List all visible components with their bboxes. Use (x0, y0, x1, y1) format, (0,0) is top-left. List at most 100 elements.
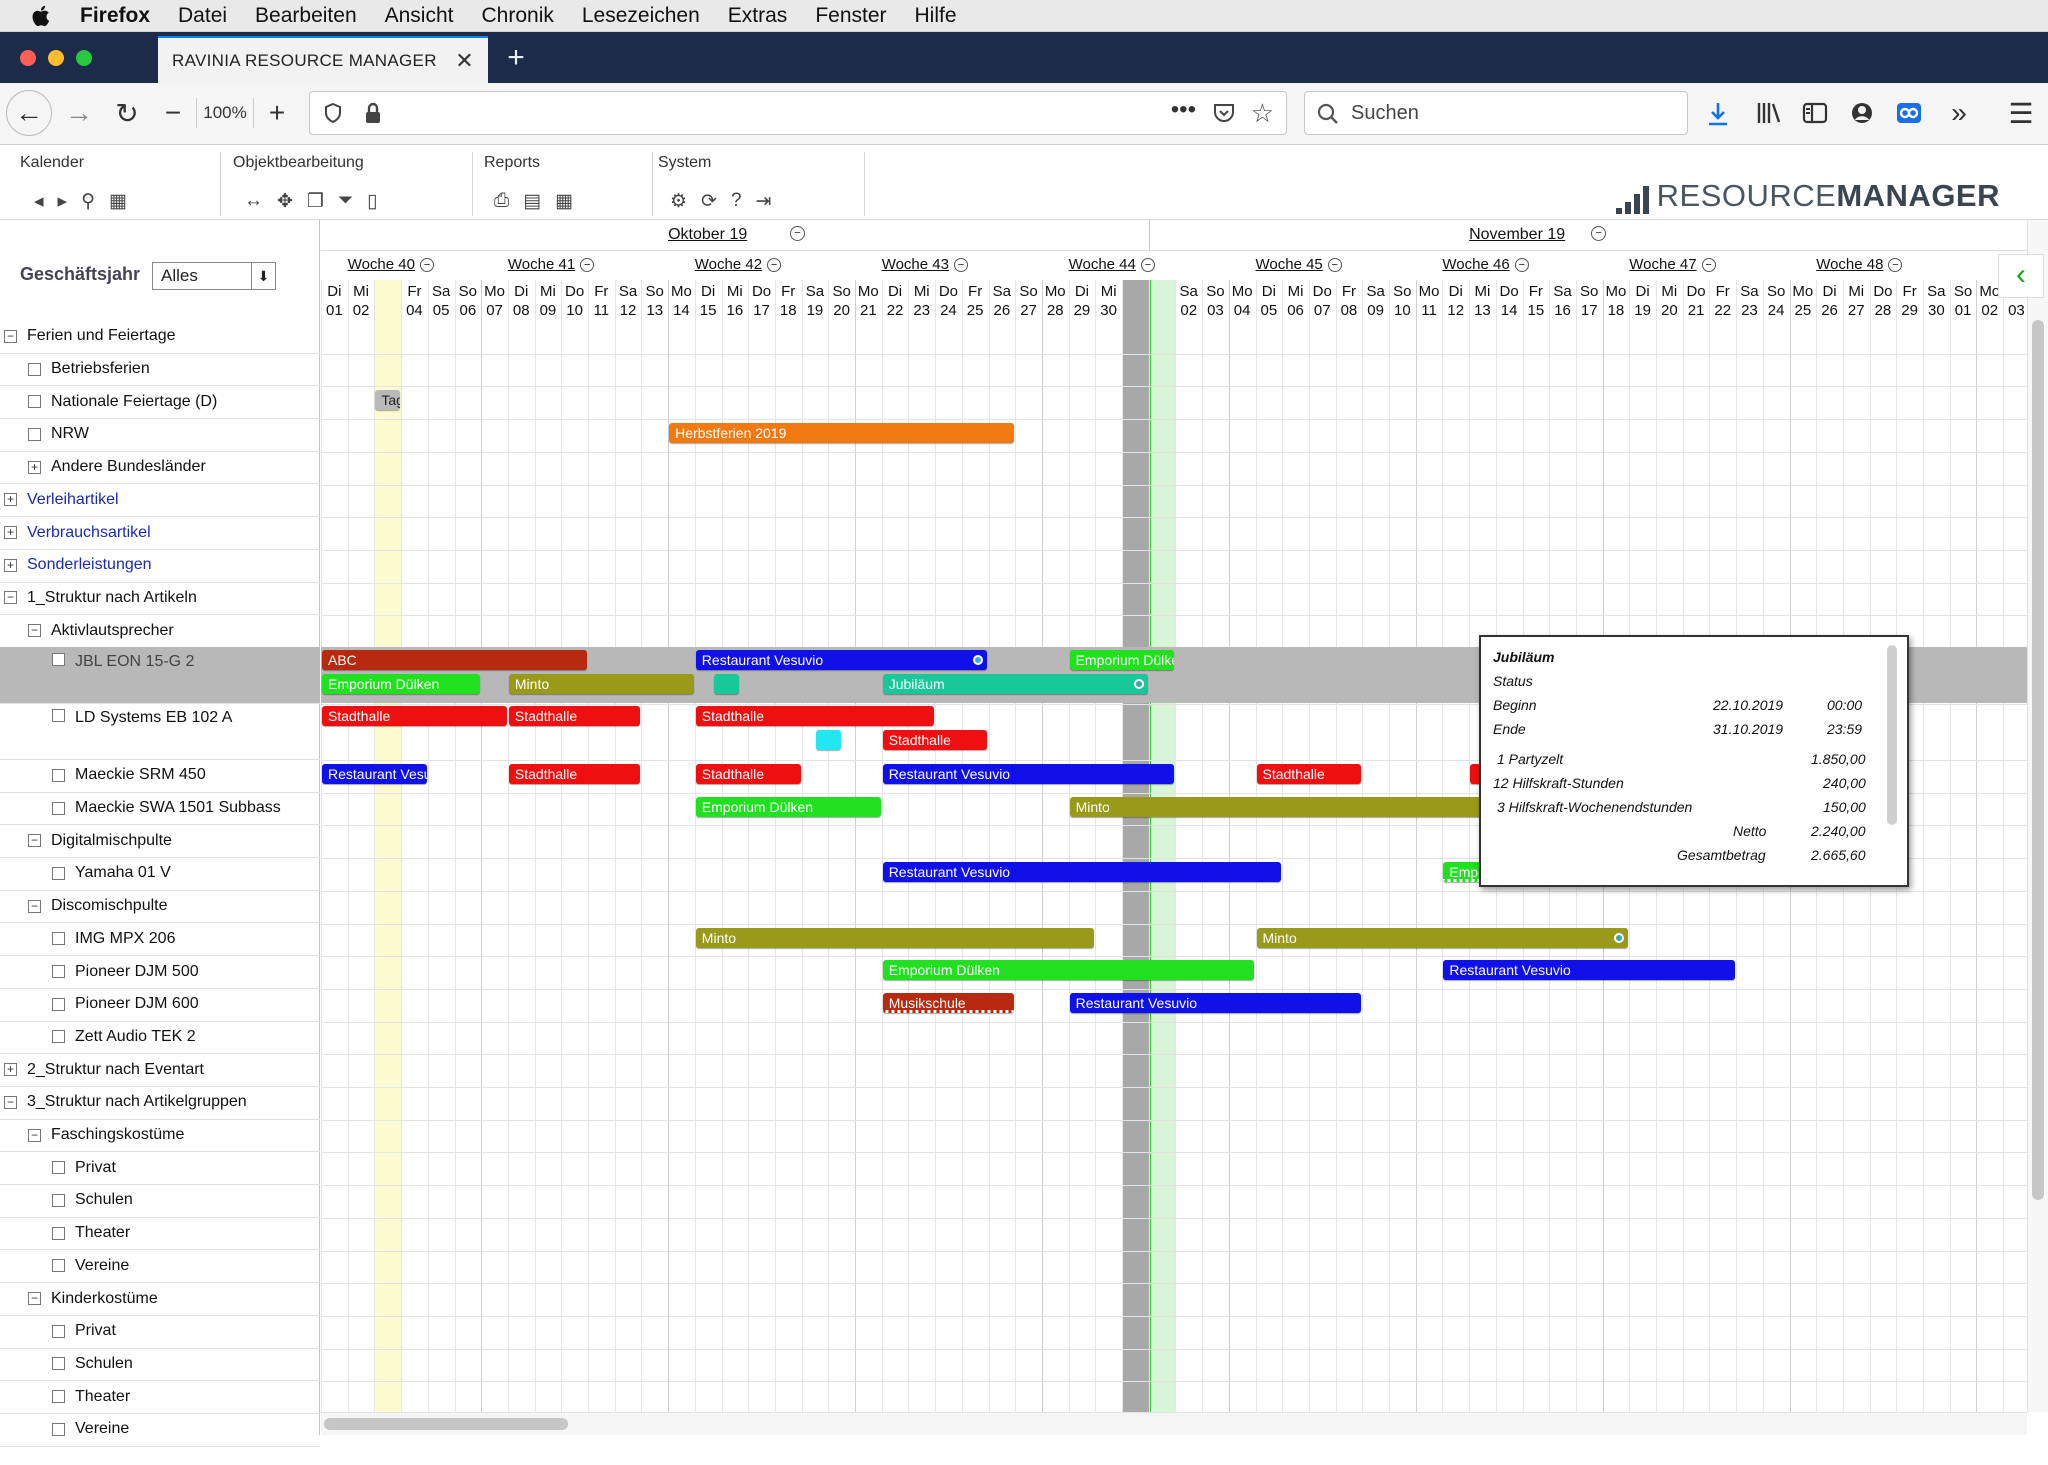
collapse-week-icon[interactable]: − (1327, 258, 1342, 272)
checkbox-icon[interactable] (52, 1357, 65, 1371)
checkbox-icon[interactable] (52, 997, 65, 1011)
tree-row[interactable]: − Digitalmischpulte (0, 824, 320, 859)
horizontal-scroll-thumb[interactable] (324, 1418, 568, 1430)
tree-row[interactable]: − Discomischpulte (0, 890, 320, 924)
booking-bar[interactable]: Restaurant Vesuvio (882, 764, 1175, 784)
checkbox-icon[interactable] (28, 395, 41, 409)
checkbox-icon[interactable] (52, 1259, 65, 1273)
booking-bar[interactable]: Emporium Dülken (882, 960, 1255, 981)
week-label[interactable]: Woche 47− (1629, 256, 1716, 273)
collapse-month-icon[interactable]: − (1591, 226, 1607, 241)
tree-row[interactable]: Zett Audio TEK 2 (0, 1021, 320, 1055)
extension-icon[interactable] (1896, 101, 1922, 125)
calendar-icon[interactable]: ▦ (109, 190, 127, 213)
booking-bar[interactable]: Emporium Dülken (1069, 650, 1175, 670)
menu-datei[interactable]: Datei (178, 4, 227, 28)
tree-row[interactable]: + Verbrauchsartikel (0, 516, 320, 550)
tree-row[interactable]: Betriebsferien (0, 353, 320, 387)
collapse-icon[interactable]: − (28, 1292, 41, 1306)
week-label[interactable]: Woche 41− (508, 256, 595, 273)
menu-chronik[interactable]: Chronik (482, 4, 554, 28)
checkbox-icon[interactable] (52, 1161, 65, 1175)
menu-lesezeichen[interactable]: Lesezeichen (582, 4, 700, 28)
tree-row[interactable]: Theater (0, 1217, 320, 1251)
collapse-week-icon[interactable]: − (953, 258, 968, 272)
collapse-icon[interactable]: − (28, 1128, 41, 1142)
booking-bar[interactable]: Emporium Dülken (695, 796, 881, 817)
browser-tab[interactable]: RAVINIA RESOURCE MANAGER ✕ (158, 36, 488, 83)
expand-icon[interactable]: + (4, 1063, 17, 1077)
collapse-icon[interactable]: − (28, 899, 41, 913)
checkbox-icon[interactable] (52, 1422, 65, 1436)
week-label[interactable]: Woche 48− (1816, 256, 1903, 273)
collapse-month-icon[interactable]: − (790, 226, 806, 241)
shield-icon[interactable] (324, 103, 342, 123)
collapse-icon[interactable]: − (4, 329, 17, 343)
resize-horizontal-icon[interactable]: ↔ (244, 190, 263, 213)
logout-icon[interactable]: ⇥ (756, 190, 772, 213)
zoom-out-icon[interactable]: − (158, 93, 188, 133)
booking-bar[interactable]: ABC (322, 650, 587, 670)
dropdown-arrow-icon[interactable]: ⬇ (251, 263, 275, 289)
tree-row[interactable]: JBL EON 15-G 2 (0, 647, 320, 704)
week-label[interactable]: Woche 43− (882, 256, 968, 273)
booking-bar[interactable]: Tag (375, 390, 401, 411)
month-label[interactable]: Oktober 19 (668, 226, 747, 244)
reload-icon[interactable]: ↻ (110, 93, 144, 133)
refresh-icon[interactable]: ⟳ (701, 190, 717, 213)
tree-row[interactable]: + Sonderleistungen (0, 549, 320, 583)
tree-row[interactable]: Pioneer DJM 600 (0, 988, 320, 1022)
collapse-icon[interactable]: − (28, 834, 41, 848)
checkbox-icon[interactable] (52, 965, 65, 979)
filter-icon[interactable]: ⏷ (338, 190, 353, 213)
menu-ansicht[interactable]: Ansicht (385, 4, 454, 28)
booking-bar[interactable]: Stadthalle (695, 706, 935, 726)
checkbox-icon[interactable] (52, 866, 65, 880)
week-label[interactable]: Woche 46− (1442, 256, 1529, 273)
tree-row[interactable]: Yamaha 01 V (0, 857, 320, 891)
page-actions-icon[interactable]: ••• (1171, 96, 1196, 124)
tree-row[interactable]: +2_Struktur nach Eventart (0, 1053, 320, 1087)
bookmark-star-icon[interactable]: ☆ (1251, 98, 1274, 129)
booking-bar[interactable]: Minto (1256, 927, 1629, 948)
tree-row[interactable]: − Aktivlautsprecher (0, 614, 320, 648)
library-icon[interactable] (1756, 101, 1782, 125)
month-label[interactable]: November 19 (1469, 226, 1565, 244)
overflow-icon[interactable]: » (1944, 93, 1974, 133)
previous-icon[interactable]: ◂ (34, 190, 44, 213)
tree-row[interactable]: Schulen (0, 1184, 320, 1218)
checkbox-icon[interactable] (52, 1030, 65, 1044)
tree-row[interactable]: IMG MPX 206 (0, 923, 320, 957)
tree-row[interactable]: Schulen (0, 1348, 320, 1382)
checkbox-icon[interactable] (28, 427, 41, 441)
help-icon[interactable]: ? (731, 190, 742, 213)
checkbox-icon[interactable] (52, 653, 65, 666)
expand-icon[interactable]: + (4, 493, 17, 507)
collapse-week-icon[interactable]: − (1140, 258, 1155, 272)
vertical-scroll-thumb[interactable] (2032, 320, 2044, 1200)
checkbox-icon[interactable] (52, 801, 65, 815)
tree-row[interactable]: + Andere Bundesländer (0, 451, 320, 485)
tree-row[interactable]: − Ferien und Feiertage (0, 320, 320, 354)
sidebar-icon[interactable] (1802, 101, 1828, 125)
tree-row[interactable]: Pioneer DJM 500 (0, 955, 320, 989)
collapse-week-icon[interactable]: − (419, 258, 434, 272)
tree-row[interactable]: Vereine (0, 1250, 320, 1284)
booking-bar[interactable] (714, 674, 740, 694)
booking-bar[interactable]: Emporium Dülken (322, 674, 481, 694)
checkbox-icon[interactable] (52, 932, 65, 946)
booking-bar[interactable]: Stadthalle (1256, 764, 1362, 784)
booking-bar[interactable]: Jubiläum (882, 674, 1148, 694)
hamburger-menu-icon[interactable]: ☰ (2006, 93, 2036, 133)
url-bar[interactable]: ••• ☆ (309, 91, 1287, 135)
tree-row[interactable]: Maeckie SRM 450 (0, 759, 320, 793)
next-icon[interactable]: ▸ (58, 190, 68, 213)
booking-bar[interactable]: Minto (695, 927, 1095, 948)
collapse-week-icon[interactable]: − (1888, 258, 1903, 272)
search-input[interactable]: Suchen (1304, 91, 1688, 135)
booking-bar[interactable]: Herbstferien 2019 (669, 423, 1015, 444)
location-pin-icon[interactable]: ⚲ (81, 190, 95, 213)
collapse-icon[interactable]: − (4, 591, 17, 605)
menu-hilfe[interactable]: Hilfe (915, 4, 957, 28)
back-icon[interactable]: ← (6, 90, 52, 136)
